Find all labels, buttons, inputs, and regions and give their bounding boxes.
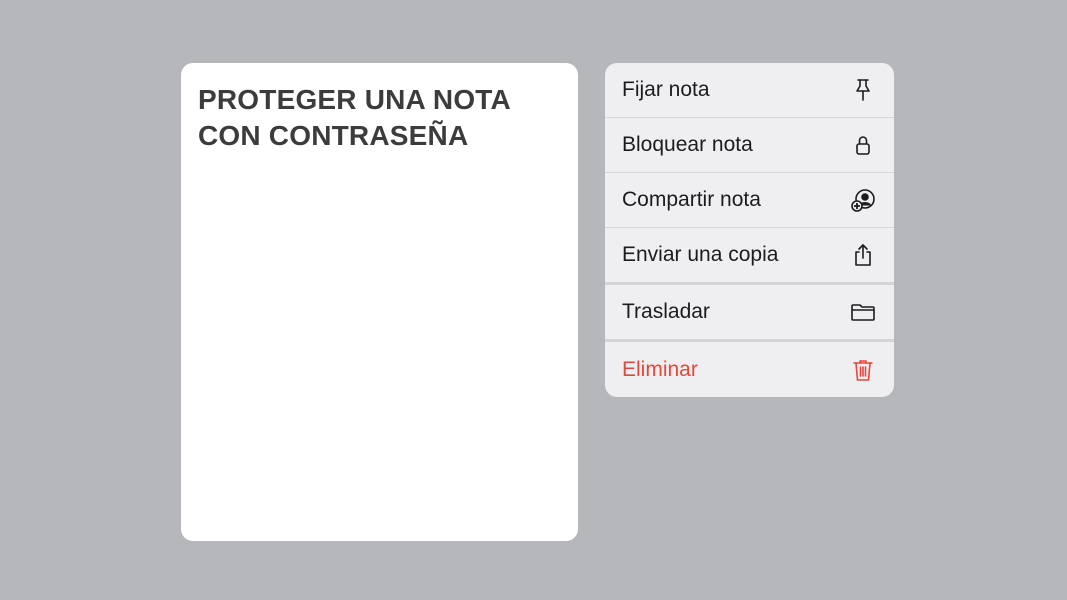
menu-item-label: Enviar una copia [622,243,779,266]
note-title-line-1: PROTEGER UNA NOTA [198,84,511,115]
menu-item-label: Compartir nota [622,188,761,211]
menu-item-lock-note[interactable]: Bloquear nota [605,118,894,173]
trash-icon [849,356,877,384]
menu-item-label: Trasladar [622,300,710,323]
menu-item-share-note[interactable]: Compartir nota [605,173,894,228]
share-upload-icon [849,241,877,269]
menu-item-label: Fijar nota [622,78,710,101]
note-title-line-2: CON CONTRASEÑA [198,120,469,151]
folder-icon [849,298,877,326]
context-menu: Fijar nota Bloquear nota Compartir nota [605,63,894,397]
note-title: PROTEGER UNA NOTA CON CONTRASEÑA [198,82,561,154]
menu-item-pin-note[interactable]: Fijar nota [605,63,894,118]
note-card[interactable]: PROTEGER UNA NOTA CON CONTRASEÑA [181,63,578,541]
menu-item-move[interactable]: Trasladar [605,285,894,342]
menu-item-label: Eliminar [622,357,698,381]
lock-icon [849,131,877,159]
menu-item-send-copy[interactable]: Enviar una copia [605,228,894,285]
menu-item-delete[interactable]: Eliminar [605,342,894,397]
share-person-add-icon [849,186,877,214]
menu-item-label: Bloquear nota [622,133,753,156]
pin-icon [849,76,877,104]
